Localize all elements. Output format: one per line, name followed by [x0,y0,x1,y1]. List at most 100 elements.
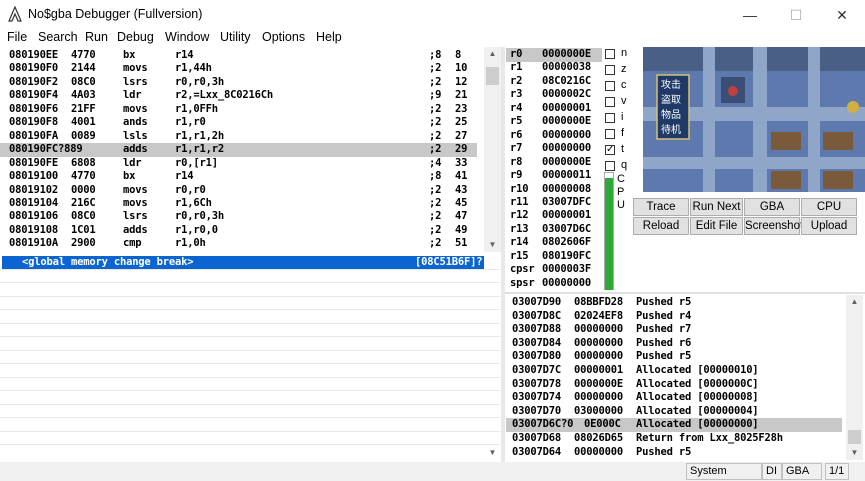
breakpoint-value: [08C51B6F]? [415,256,483,268]
disassembly-mn: adds [123,143,148,156]
run-next-button[interactable]: Run Next [690,198,743,216]
cpu-label-c: C [617,173,625,185]
window-title: No$gba Debugger (Fullversion) [28,7,203,21]
stack-txt: Allocated [00000000] [636,418,759,431]
stack-addr: 03007D7C [512,364,561,376]
status-page: 1/1 [825,463,849,480]
disassembly-scroll-thumb[interactable] [486,67,499,85]
breakpoint-scroll-down-icon[interactable]: ▼ [484,447,501,459]
breakpoint-pane[interactable] [0,255,500,460]
disassembly-n: 25 [455,116,468,129]
menu-debug[interactable]: Debug [117,30,154,44]
stack-scroll-up-icon[interactable]: ▲ [846,296,863,308]
stack-val: 02024EF8 [574,309,623,322]
flag-c-checkbox[interactable] [605,81,615,91]
edit-file-button[interactable]: Edit File [690,217,743,235]
disassembly-op: 4A03 [71,89,96,102]
cpu-specs-button[interactable]: CPU Specs [801,198,857,229]
disassembly-mn: ands [123,116,148,129]
disassembly-cyc: ;2 [429,223,442,236]
stack-txt: Pushed r7 [636,323,692,336]
register-value: 03007D6C [542,222,591,235]
register-row[interactable]: r0 0000000E [506,48,602,62]
stack-pane[interactable]: 03007D90 08BBFD28 Pushed r5 03007D8C 02024EF… [506,295,846,460]
stack-txt: Pushed r4 [636,309,692,322]
trace-button[interactable]: Trace [633,198,689,216]
register-value: 0000000E [542,155,591,168]
register-name: r11 [510,195,529,208]
register-value: 00000008 [542,182,591,195]
disassembly-args: r1,r1,2h [175,129,224,142]
register-value: 0802606F [542,236,591,249]
menu-utility[interactable]: Utility [220,30,251,44]
disassembly-addr: 080190EE [9,49,58,61]
disassembly-args: r1,r0 [175,116,206,129]
stack-scroll-down-icon[interactable]: ▼ [846,447,863,459]
flag-z-checkbox[interactable] [605,65,615,75]
close-button[interactable]: ✕ [819,0,865,30]
minimize-button[interactable]: — [727,0,773,30]
gba-specs-button[interactable]: GBA Specs [744,198,800,229]
register-value: 00000000 [542,128,591,141]
register-name: r10 [510,182,529,195]
menu-file[interactable]: File [7,30,27,44]
register-name: r1 [510,61,523,74]
grid-line [0,430,500,432]
stack-txt: Pushed r5 [636,296,692,308]
disassembly-addr: 08019102 [9,183,58,196]
status-di: DI [762,463,782,480]
disassembly-mn: bx [123,49,136,61]
disassembly-mn: lsrs [123,75,148,88]
disassembly-addr: 080190FC?889 [9,143,83,156]
disassembly-addr: 08019106 [9,210,58,223]
app-icon [8,6,22,22]
scroll-up-arrow-icon[interactable]: ▲ [484,48,501,60]
register-name: r5 [510,115,523,128]
flag-i-checkbox[interactable] [605,113,615,123]
flag-t-checkbox[interactable]: ✓ [605,145,615,155]
register-value: 03007DFC [542,195,591,208]
menu-window[interactable]: Window [165,30,209,44]
registers-pane[interactable]: r0 0000000E r1 00000038 r2 08C0216C r3 0000002C… [506,47,602,291]
disassembly-n: 49 [455,223,468,236]
flag-n-checkbox[interactable] [605,49,615,59]
stack-val: 0E000C [584,418,621,431]
disassembly-cyc: ;2 [429,237,442,250]
disassembly-cyc: ;2 [429,116,442,129]
flag-v-checkbox[interactable] [605,97,615,107]
stack-addr: 03007D78 [512,377,561,390]
flag-n-label: n [621,47,628,59]
disassembly-cyc: ;2 [429,196,442,209]
breakpoint-row[interactable]: <global memory change break> [08C51B6F]? [2,256,484,269]
menu-search[interactable]: Search [38,30,78,44]
menu-help[interactable]: Help [316,30,342,44]
upload-button[interactable]: Upload [801,217,857,235]
screenshot-button[interactable]: Screenshot [744,217,803,235]
scroll-down-arrow-icon[interactable]: ▼ [484,239,501,251]
pane-splitter[interactable] [501,47,505,462]
disassembly-row-current[interactable]: 080190FC?889 adds r1,r1,r2 ;2 29 [0,143,477,157]
disassembly-cyc: ;2 [429,183,442,196]
stack-scroll-thumb[interactable] [848,430,861,444]
maximize-button[interactable]: ☐ [773,0,819,30]
menu-run[interactable]: Run [85,30,108,44]
menu-options[interactable]: Options [262,30,305,44]
disassembly-cyc: ;2 [429,102,442,115]
register-value: 0000000E [542,48,591,60]
breakpoint-label: <global memory change break> [22,256,194,268]
disassembly-n: 47 [455,210,468,223]
register-name: r13 [510,222,529,235]
stack-row-current[interactable]: 03007D6C?0 0E000C Allocated [00000000] [506,418,842,432]
register-value: 00000001 [542,209,591,222]
reload-button[interactable]: Reload [633,217,689,235]
register-value: 0000000E [542,115,591,128]
stack-addr: 03007D74 [512,391,561,404]
disassembly-pane[interactable]: 080190EE 4770 bx r14 ;8 8 080190F0 2144 movs r1,4… [0,47,484,252]
stack-txt: Pushed r6 [636,336,692,349]
stack-splitter[interactable] [505,292,865,294]
register-value: 00000038 [542,61,591,74]
disassembly-args: r1,r0,0 [175,223,218,236]
flag-f-checkbox[interactable] [605,129,615,139]
flag-q-checkbox[interactable] [605,161,615,171]
disassembly-n: 29 [455,143,468,156]
